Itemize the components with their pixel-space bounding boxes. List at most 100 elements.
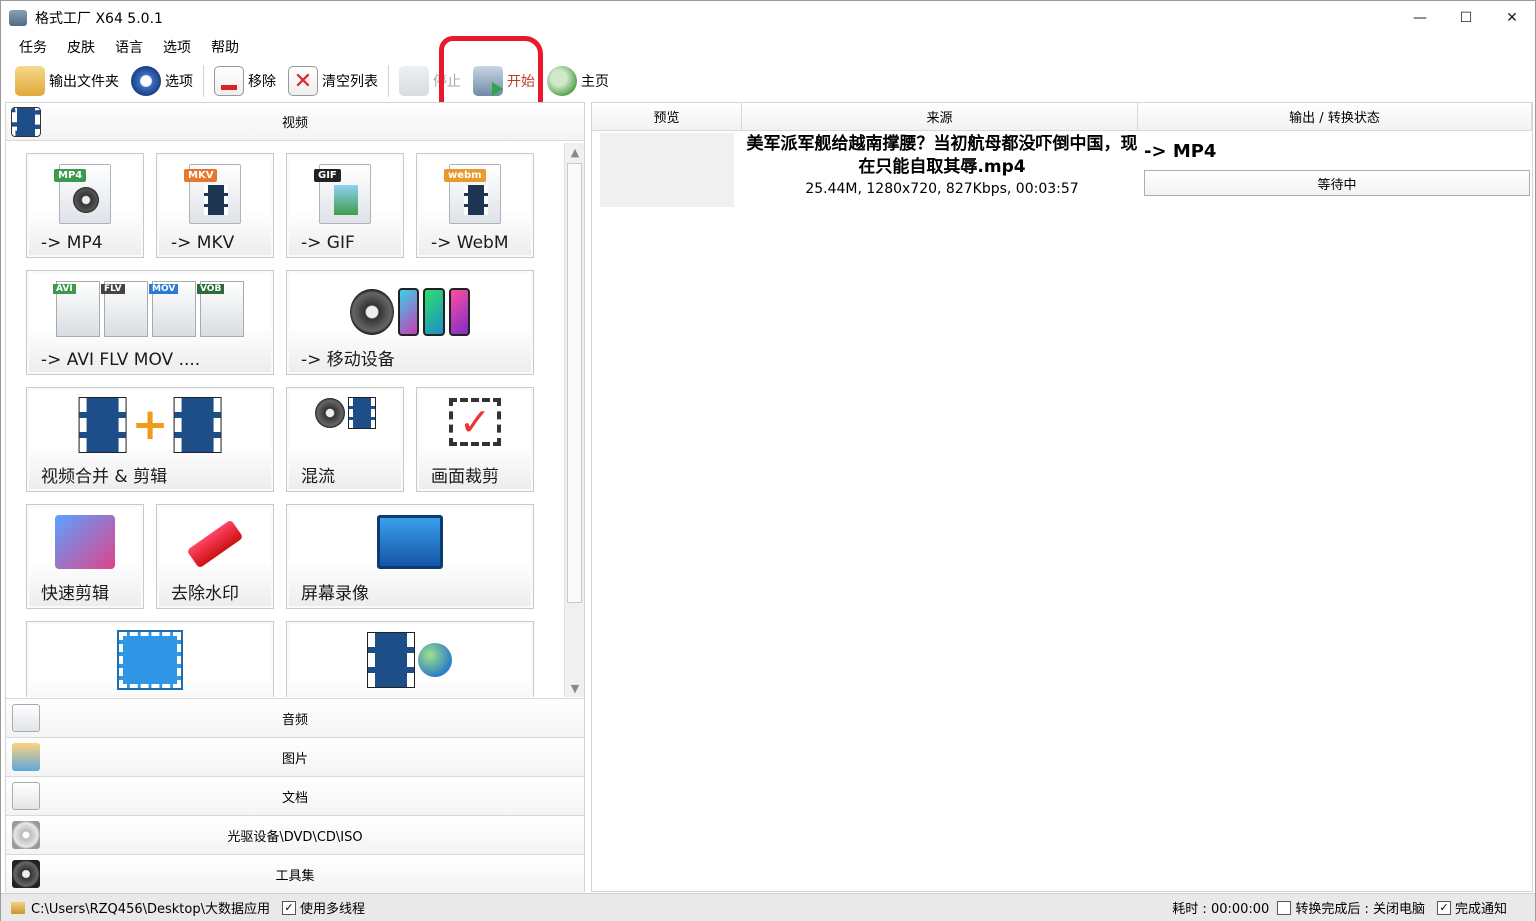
video-icon <box>11 107 41 137</box>
folder-icon <box>15 66 45 96</box>
category-disc[interactable]: 光驱设备\DVD\CD\ISO <box>6 815 584 854</box>
tile-to-webm[interactable]: webm -> WebM <box>416 153 534 258</box>
after-convert-checkbox[interactable] <box>1277 900 1292 915</box>
preview-thumbnail <box>600 133 734 207</box>
task-list-panel: 预览 来源 输出 / 转换状态 美军派军舰给越南撑腰？当初航母都没吓倒中国，现在… <box>591 102 1533 892</box>
document-icon <box>12 782 40 810</box>
source-cell: 美军派军舰给越南撑腰？当初航母都没吓倒中国，现在只能自取其辱.mp4 25.44… <box>742 133 1142 197</box>
window-title: 格式工厂 X64 5.0.1 <box>35 11 163 27</box>
merge-icon: + <box>78 397 222 453</box>
output-format: -> MP4 <box>1144 141 1217 162</box>
disc-icon <box>12 821 40 849</box>
tools-icon <box>12 860 40 888</box>
tile-to-mkv[interactable]: MKV -> MKV <box>156 153 274 258</box>
video-download-icon <box>365 632 455 688</box>
clear-list-button[interactable]: ✕ 清空列表 <box>282 63 384 99</box>
output-path[interactable]: C:\Users\RZQ456\Desktop\大数据应用 <box>31 898 270 917</box>
tile-to-mp4[interactable]: MP4 -> MP4 <box>26 153 144 258</box>
category-video-label: 视频 <box>281 116 308 131</box>
tile-video-player[interactable] <box>26 621 274 697</box>
gear-icon <box>131 66 161 96</box>
column-preview[interactable]: 预览 <box>592 103 742 130</box>
tile-quick-edit[interactable]: 快速剪辑 <box>26 504 144 609</box>
mov-tag: MOV <box>149 284 179 294</box>
tile-watermark-label: 去除水印 <box>171 584 239 604</box>
mp4-file-icon: MP4 <box>54 164 111 224</box>
home-icon <box>547 66 577 96</box>
vob-tag: VOB <box>197 284 225 294</box>
category-image[interactable]: 图片 <box>6 737 584 776</box>
menu-skin[interactable]: 皮肤 <box>57 37 105 59</box>
tools-scrollbar[interactable]: ▲ ▼ <box>564 143 584 697</box>
scroll-up-arrow[interactable]: ▲ <box>565 143 585 161</box>
tile-quick-label: 快速剪辑 <box>41 584 109 604</box>
tile-to-gif[interactable]: GIF -> GIF <box>286 153 404 258</box>
tile-to-mp4-label: -> MP4 <box>41 233 103 253</box>
category-disc-label: 光驱设备\DVD\CD\ISO <box>227 829 363 845</box>
mkv-file-icon: MKV <box>184 164 241 224</box>
home-label: 主页 <box>581 74 609 90</box>
menu-language[interactable]: 语言 <box>105 37 153 59</box>
category-audio[interactable]: 音频 <box>6 698 584 737</box>
clear-list-label: 清空列表 <box>322 74 378 90</box>
toolbar-separator <box>203 65 204 97</box>
mp4-tag: MP4 <box>54 169 87 182</box>
multithread-checkbox[interactable]: ✓ <box>281 900 296 915</box>
output-cell: -> MP4 等待中 <box>1144 141 1530 196</box>
conversion-status: 等待中 <box>1144 170 1530 196</box>
menu-help[interactable]: 帮助 <box>201 37 249 59</box>
tile-merge-edit[interactable]: + 视频合并 & 剪辑 <box>26 387 274 492</box>
tile-to-mkv-label: -> MKV <box>171 233 235 253</box>
mobile-devices-icon <box>350 281 470 343</box>
close-button[interactable]: ✕ <box>1489 1 1535 35</box>
column-source[interactable]: 来源 <box>742 103 1138 130</box>
clear-icon: ✕ <box>288 66 318 96</box>
options-button[interactable]: 选项 <box>125 63 199 99</box>
maximize-button[interactable]: ☐ <box>1443 1 1489 35</box>
menu-task[interactable]: 任务 <box>9 37 57 59</box>
tile-remove-watermark[interactable]: 去除水印 <box>156 504 274 609</box>
column-output-status[interactable]: 输出 / 转换状态 <box>1138 103 1532 130</box>
category-tools[interactable]: 工具集 <box>6 854 584 893</box>
title-bar: 格式工厂 X64 5.0.1 — ☐ ✕ <box>1 1 1535 35</box>
options-label: 选项 <box>165 74 193 90</box>
toolbar-separator <box>388 65 389 97</box>
category-video-header[interactable]: 视频 <box>6 103 584 141</box>
category-image-label: 图片 <box>281 751 308 767</box>
tile-to-mobile[interactable]: -> 移动设备 <box>286 270 534 375</box>
scroll-down-arrow[interactable]: ▼ <box>565 679 585 697</box>
output-folder-button[interactable]: 输出文件夹 <box>9 63 125 99</box>
tile-screen-record[interactable]: 屏幕录像 <box>286 504 534 609</box>
tile-to-webm-label: -> WebM <box>431 233 509 253</box>
menu-options[interactable]: 选项 <box>153 37 201 59</box>
source-file-name: 美军派军舰给越南撑腰？当初航母都没吓倒中国，现在只能自取其辱.mp4 <box>746 134 1138 177</box>
video-play-icon <box>117 630 183 690</box>
status-bar: C:\Users\RZQ456\Desktop\大数据应用 ✓ 使用多线程 耗时… <box>1 893 1535 921</box>
tile-screen-label: 屏幕录像 <box>301 584 369 604</box>
category-document[interactable]: 文档 <box>6 776 584 815</box>
home-button[interactable]: 主页 <box>541 63 615 99</box>
multithread-label: 使用多线程 <box>299 902 365 917</box>
tile-mux[interactable]: 混流 <box>286 387 404 492</box>
scroll-thumb[interactable] <box>567 163 582 603</box>
tile-crop-label: 画面裁剪 <box>431 467 499 487</box>
category-document-label: 文档 <box>281 790 308 806</box>
tile-merge-label: 视频合并 & 剪辑 <box>41 467 168 487</box>
remove-icon <box>214 66 244 96</box>
remove-button[interactable]: 移除 <box>208 63 282 99</box>
source-file-meta: 25.44M, 1280x720, 827Kbps, 00:03:57 <box>805 181 1079 197</box>
audio-icon <box>12 704 40 732</box>
minimize-button[interactable]: — <box>1397 1 1443 35</box>
eraser-icon <box>186 519 244 569</box>
tile-crop[interactable]: ✓ 画面裁剪 <box>416 387 534 492</box>
screen-record-icon <box>377 515 443 569</box>
tile-to-avi-flv-mov[interactable]: AVI FLV MOV VOB -> AVI FLV MOV .... <box>26 270 274 375</box>
notify-label: 完成通知 <box>1454 902 1507 917</box>
webm-file-icon: webm <box>444 164 501 224</box>
notify-checkbox[interactable]: ✓ <box>1436 900 1451 915</box>
after-convert-label: 转换完成后 : 关闭电脑 <box>1295 902 1425 917</box>
category-list: 音频 图片 文档 光驱设备\DVD\CD\ISO 工具集 <box>6 698 584 893</box>
table-row[interactable]: 美军派军舰给越南撑腰？当初航母都没吓倒中国，现在只能自取其辱.mp4 25.44… <box>592 131 1532 215</box>
tile-video-download[interactable] <box>286 621 534 697</box>
format-factory-window: 格式工厂 X64 5.0.1 — ☐ ✕ 任务 皮肤 语言 选项 帮助 输出文件… <box>0 0 1536 921</box>
